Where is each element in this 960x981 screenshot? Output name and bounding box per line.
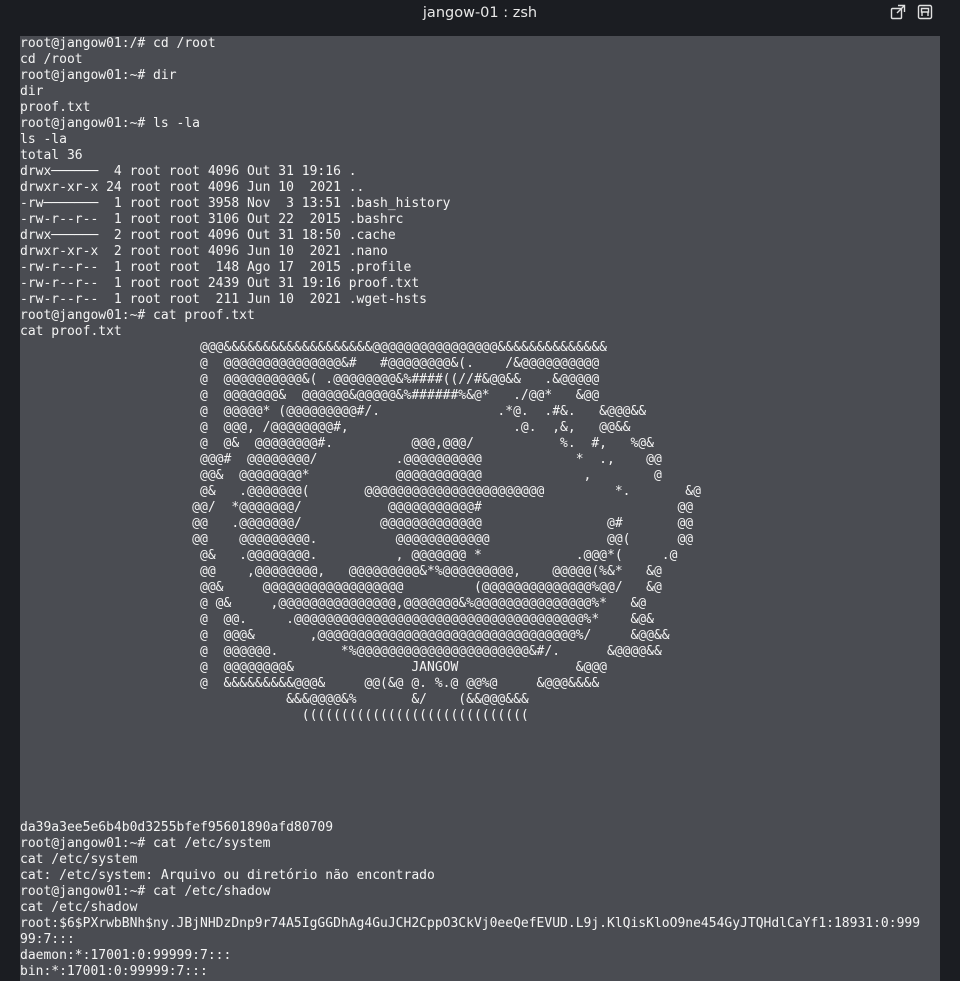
terminal-line: @ @@. .@@@@@@@@@@@@@@@@@@@@@@@@@@@@@@@@@… [20,612,654,627]
terminal-line: @@& @@@@@@@@* @@@@@@@@@@@ , @ [20,468,662,483]
terminal-line: proof.txt [20,100,91,115]
terminal-line: cd /root [20,52,83,67]
terminal-pane[interactable]: root@jangow01:/# cd /root cd /root root@ja… [20,36,940,981]
terminal-line: 99:7::: [20,932,75,947]
terminal-line: -rw-r--r-- 1 root root 148 Ago 17 2015 .… [20,260,412,275]
terminal-output: root@jangow01:/# cd /root cd /root root@ja… [20,36,940,981]
terminal-line: @@ .@@@@@@@/ @@@@@@@@@@@@@ @# @@ [20,516,694,531]
terminal-line: bin:*:17001:0:99999:7::: [20,964,208,979]
terminal-line: @ @@@@@@. *%@@@@@@@@@@@@@@@@@@@@@@&#/. &… [20,644,662,659]
terminal-line: root@jangow01:~# cat /etc/system [20,836,271,851]
terminal-line: drwx────── 4 root root 4096 Out 31 19:16… [20,164,357,179]
terminal-line: @& .@@@@@@@@. , @@@@@@@ * .@@@*( .@ [20,548,678,563]
terminal-line: dir [20,84,44,99]
terminal-line: @& .@@@@@@@( @@@@@@@@@@@@@@@@@@@@@@@ *. … [20,484,701,499]
new-tab-icon [890,4,906,24]
terminal-line: @ @@@@@@@@@@@@@@@&# #@@@@@@@@&(. /&@@@@@… [20,356,600,371]
terminal-line: daemon:*:17001:0:99999:7::: [20,948,232,963]
terminal-line: drwxr-xr-x 24 root root 4096 Jun 10 2021… [20,180,365,195]
terminal-line: @ @@@@@@@& @@@@@@&@@@@@&%######%&@* ./@@… [20,388,600,403]
window-title: jangow-01 : zsh [422,5,538,21]
terminal-line: -rw-r--r-- 1 root root 211 Jun 10 2021 .… [20,292,427,307]
terminal-line: -rw-r--r-- 1 root root 3106 Out 22 2015 … [20,212,404,227]
terminal-line: cat /etc/shadow [20,900,138,915]
terminal-line: @@ @@@@@@@@@. @@@@@@@@@@@@ @@( @@ [20,532,694,547]
terminal-line: @ @@@, /@@@@@@@@#, .@. ,&, @@&& [20,420,631,435]
terminal-line: total 36 [20,148,83,163]
terminal-line: root@jangow01:~# cat /etc/shadow [20,884,271,899]
terminal-line: -rw-r--r-- 1 root root 2439 Out 31 19:16… [20,276,420,291]
terminal-line: &&&@@@@&% &/ (&&@@@&&& [20,692,529,707]
terminal-line: root@jangow01:~# dir [20,68,177,83]
new-tab-button[interactable] [888,4,908,24]
terminal-line: @ @@@@@@@@@@&( .@@@@@@@@&%####((//#&@@&&… [20,372,600,387]
terminal-line: drwxr-xr-x 2 root root 4096 Jun 10 2021 … [20,244,388,259]
terminal-line: root@jangow01:~# cat proof.txt [20,308,255,323]
terminal-line: @@@# @@@@@@@@/ .@@@@@@@@@@ * ., @@ [20,452,662,467]
terminal-line: cat: /etc/system: Arquivo ou diretório n… [20,868,435,883]
split-terminal-icon [917,4,933,24]
terminal-line: @@ ,@@@@@@@@, @@@@@@@@@&*%@@@@@@@@@, @@@… [20,564,662,579]
terminal-line: ls -la [20,132,67,147]
terminal-line: root@jangow01:/# cd /root [20,36,216,51]
terminal-line: root@jangow01:~# ls -la [20,116,201,131]
terminal-line: @ @@@@@* (@@@@@@@@@#/. .*@. .#&. &@@@&& [20,404,647,419]
terminal-line: root:$6$PXrwbBNh$ny.JBjNHDzDnp9r74A5IgGG… [20,916,921,931]
terminal-line: cat /etc/system [20,852,138,867]
terminal-line: @ @@@@@@@@& JANGOW &@@@ [20,660,607,675]
terminal-line: da39a3ee5e6b4b0d3255bfef95601890afd80709 [20,820,334,835]
terminal-line: @ @& ,@@@@@@@@@@@@@@@,@@@@@@@&%@@@@@@@@@… [20,596,647,611]
terminal-line: @@& @@@@@@@@@@@@@@@@@@ (@@@@@@@@@@@@@@%@… [20,580,662,595]
title-bar: jangow-01 : zsh [0,0,960,30]
terminal-line: @ @& @@@@@@@@#. @@@,@@@/ %. #, %@& [20,436,654,451]
terminal-line: ((((((((((((((((((((((((((((( [20,708,529,723]
terminal-line: cat proof.txt [20,324,122,339]
split-terminal-button[interactable] [915,4,935,24]
terminal-line: drwx────── 2 root root 4096 Out 31 18:50… [20,228,396,243]
terminal-line: @ @@@& ,@@@@@@@@@@@@@@@@@@@@@@@@@@@@@@@@… [20,628,670,643]
terminal-line: @@/ *@@@@@@@/ @@@@@@@@@@@# @@ [20,500,694,515]
terminal-line: @ &&&&&&&&&@@@& @@(&@ @. %.@ @@%@ &@@@&&… [20,676,600,691]
terminal-line: @@@&&&&&&&&&&&&&&&&&&&@@@@@@@@@@@@@@@@&&… [20,340,607,355]
terminal-line: -rw─────── 1 root root 3958 Nov 3 13:51 … [20,196,451,211]
